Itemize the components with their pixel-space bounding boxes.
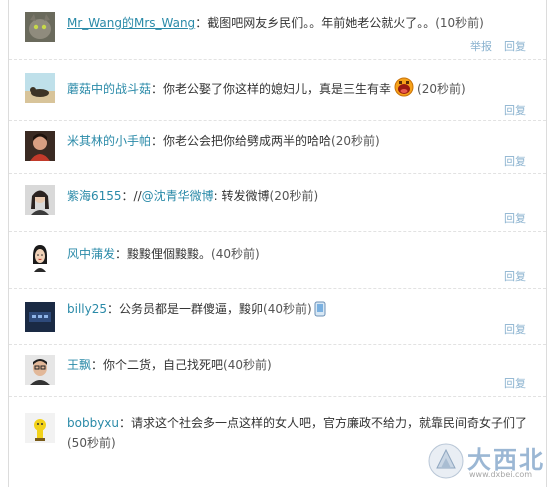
comment-text: 蘑菇中的战斗菇：你老公娶了你这样的媳妇儿，真是三生有幸 (20秒前) (67, 77, 528, 103)
comment-actions: 回复 (492, 153, 526, 169)
comment-actions: 回复 (492, 210, 526, 226)
comment-item: billy25：公务员都是一群傻逼，黢卯(40秒前) 回复 (9, 289, 546, 345)
comment-text: 风中蒲发：黢黢俚個黢黢。(40秒前) (67, 247, 260, 261)
comment-time: (20秒前) (331, 134, 380, 148)
comment-body: 你老公娶了你这样的媳妇儿，真是三生有幸 (163, 82, 392, 96)
avatar[interactable] (25, 131, 55, 161)
comment-item: 米其林的小手帕：你老公会把你给劈成两半的哈哈(20秒前) 回复 (9, 121, 546, 174)
site-logo-icon (427, 442, 465, 483)
comment-list: Mr_Wang的Mrs_Wang：截图吧网友乡民们。。年前她老公就火了。。(10… (9, 0, 546, 487)
comment-username[interactable]: 紫海6155 (67, 189, 122, 203)
avatar[interactable] (25, 302, 55, 332)
comment-body: : 转发微博 (213, 189, 270, 203)
reply-link[interactable]: 回复 (504, 377, 526, 390)
comment-item: 风中蒲发：黢黢俚個黢黢。(40秒前) 回复 (9, 232, 546, 289)
comment-username[interactable]: bobbyxu (67, 416, 119, 430)
avatar[interactable] (25, 185, 55, 215)
comment-time: (40秒前) (211, 247, 260, 261)
comment-time: (20秒前) (269, 189, 319, 203)
report-link[interactable]: 举报 (470, 40, 492, 53)
comment-body: 你老公会把你给劈成两半的哈哈 (163, 134, 332, 148)
comment-username[interactable]: 米其林的小手帕 (67, 134, 151, 148)
phone-emoji-icon (314, 301, 326, 323)
mention-link[interactable]: @沈青华微博 (142, 189, 214, 203)
comment-actions: 举报 回复 (458, 38, 526, 54)
comment-username[interactable]: Mr_Wang的Mrs_Wang (67, 16, 195, 30)
reply-link[interactable]: 回复 (504, 212, 526, 225)
reply-link[interactable]: 回复 (504, 104, 526, 117)
site-watermark: 大西北 www.dxbei.com (427, 440, 547, 484)
comment-username[interactable]: 蘑菇中的战斗菇 (67, 82, 151, 96)
comment-body: 公务员都是一群傻逼，黢卯 (119, 302, 264, 316)
comment-item: 王飘：你个二货，自己找死吧(40秒前) 回复 (9, 345, 546, 397)
comment-body: 黢黢俚個黢黢。 (127, 247, 212, 261)
comment-actions: 回复 (492, 321, 526, 337)
comment-username[interactable]: billy25 (67, 302, 107, 316)
comment-username[interactable]: 王飘 (67, 358, 91, 372)
comment-body: 截图吧网友乡民们。。年前她老公就火了。。 (207, 16, 436, 30)
comment-text: Mr_Wang的Mrs_Wang：截图吧网友乡民们。。年前她老公就火了。。(10… (67, 16, 484, 30)
avatar[interactable] (25, 12, 55, 42)
reply-link[interactable]: 回复 (504, 155, 526, 168)
comment-time: (50秒前) (67, 436, 116, 450)
comment-text: 紫海6155：//@沈青华微博: 转发微博(20秒前) (67, 189, 319, 203)
comment-time: (40秒前) (223, 358, 272, 372)
avatar[interactable] (25, 242, 55, 272)
avatar[interactable] (25, 73, 55, 103)
comment-actions: 回复 (492, 375, 526, 391)
avatar[interactable] (25, 413, 55, 443)
comment-body: 你个二货，自己找死吧 (103, 358, 224, 372)
avatar[interactable] (25, 355, 55, 385)
reply-link[interactable]: 回复 (504, 40, 526, 53)
comment-time: (20秒前) (417, 82, 466, 96)
comment-actions: 回复 (492, 102, 526, 118)
comment-item: 紫海6155：//@沈青华微博: 转发微博(20秒前) 回复 (9, 174, 546, 232)
comment-body: 请求这个社会多一点这样的女人吧，官方廉政不给力，就靠民间奇女子们了 (131, 416, 528, 430)
comment-username[interactable]: 风中蒲发 (67, 247, 115, 261)
comment-time: (10秒前) (435, 16, 484, 30)
comment-time: (40秒前) (263, 302, 312, 316)
comment-text: 王飘：你个二货，自己找死吧(40秒前) (67, 358, 272, 372)
watermark-url: www.dxbei.com (469, 470, 533, 479)
laughing-emoji-icon (393, 77, 415, 103)
comment-panel: Mr_Wang的Mrs_Wang：截图吧网友乡民们。。年前她老公就火了。。(10… (8, 0, 547, 487)
comment-text: billy25：公务员都是一群傻逼，黢卯(40秒前) (67, 299, 528, 323)
comment-item: Mr_Wang的Mrs_Wang：截图吧网友乡民们。。年前她老公就火了。。(10… (9, 0, 546, 60)
reply-link[interactable]: 回复 (504, 323, 526, 336)
reply-link[interactable]: 回复 (504, 270, 526, 283)
comment-actions: 回复 (492, 268, 526, 284)
comment-item: 蘑菇中的战斗菇：你老公娶了你这样的媳妇儿，真是三生有幸 (20秒前) 回复 (9, 60, 546, 121)
comment-text: 米其林的小手帕：你老公会把你给劈成两半的哈哈(20秒前) (67, 134, 380, 148)
